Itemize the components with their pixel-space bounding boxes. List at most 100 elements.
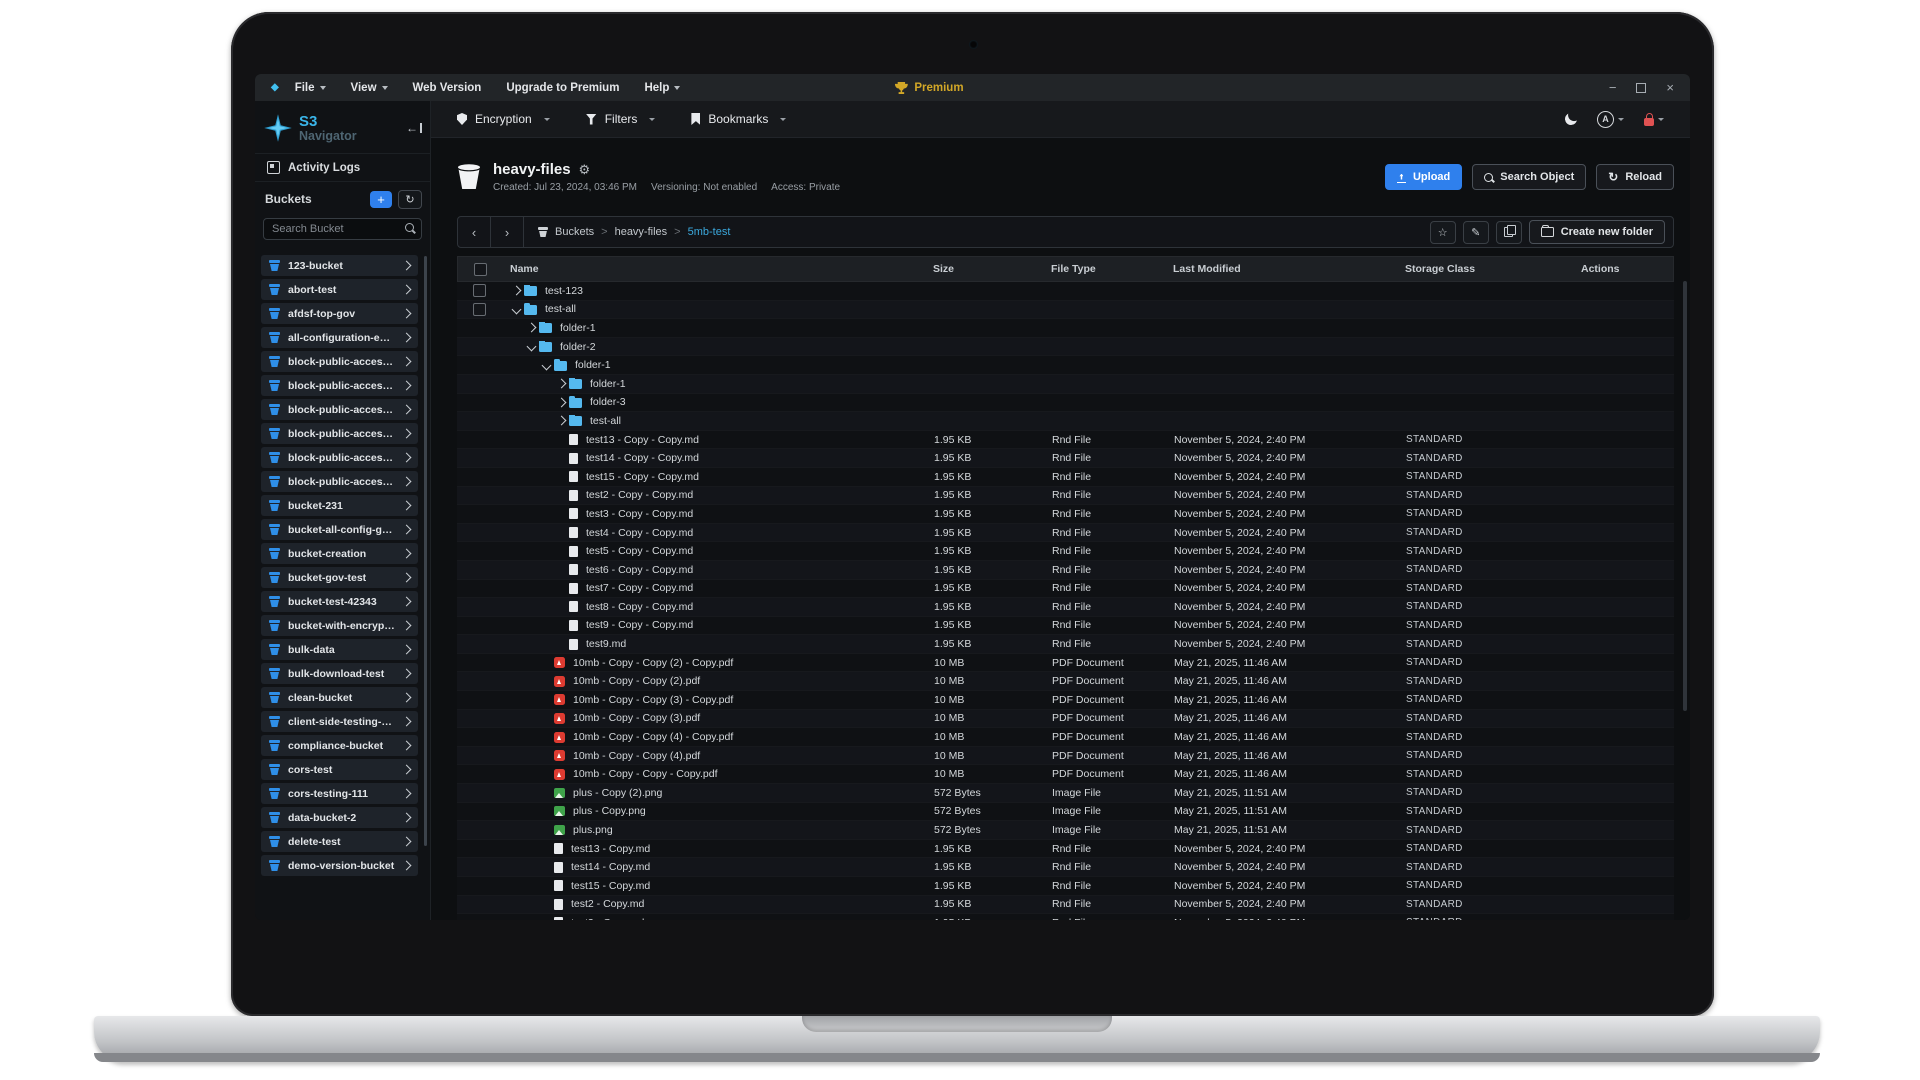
minimize-button[interactable]: −	[1609, 80, 1617, 95]
bucket-list-item[interactable]: bulk-data	[261, 639, 418, 660]
bucket-list-item[interactable]: bucket-gov-test	[261, 567, 418, 588]
bucket-list-item[interactable]: delete-test	[261, 831, 418, 852]
table-row[interactable]: 10mb - Copy - Copy - Copy.pdf10 MBPDF Do…	[457, 765, 1674, 784]
reload-button[interactable]: ↻ Reload	[1596, 164, 1674, 190]
bucket-list-item[interactable]: cors-test	[261, 759, 418, 780]
bucket-list-item[interactable]: abort-test	[261, 279, 418, 300]
maximize-button[interactable]	[1636, 83, 1646, 93]
bucket-list-item[interactable]: block-public-access-b...	[261, 351, 418, 372]
bucket-list-item[interactable]: all-configuration-enabl...	[261, 327, 418, 348]
add-bucket-button[interactable]: +	[370, 191, 392, 208]
row-checkbox[interactable]	[473, 303, 486, 316]
table-row[interactable]: test-all	[457, 412, 1674, 431]
account-menu[interactable]	[1644, 113, 1664, 126]
table-row[interactable]: folder-1	[457, 356, 1674, 375]
bucket-list-item[interactable]: block-public-access-b...	[261, 399, 418, 420]
chevron-right-icon[interactable]	[557, 416, 567, 426]
row-checkbox[interactable]	[473, 284, 486, 297]
chevron-right-icon[interactable]	[527, 323, 537, 333]
table-row[interactable]: test13 - Copy - Copy.md1.95 KBRnd FileNo…	[457, 431, 1674, 450]
bucket-list-item[interactable]: bucket-all-config-gove...	[261, 519, 418, 540]
toolbar-menu-bookmarks[interactable]: Bookmarks	[691, 112, 786, 126]
table-row[interactable]: test3 - Copy.md1.95 KBRnd FileNovember 5…	[457, 914, 1674, 920]
menu-upgrade-to-premium[interactable]: Upgrade to Premium	[506, 82, 619, 94]
breadcrumb-segment[interactable]: heavy-files	[615, 226, 668, 238]
chevron-right-icon[interactable]	[512, 286, 522, 296]
bucket-list-item[interactable]: client-side-testing-sim...	[261, 711, 418, 732]
table-row[interactable]: test14 - Copy.md1.95 KBRnd FileNovember …	[457, 858, 1674, 877]
bucket-list-item[interactable]: 123-bucket	[261, 255, 418, 276]
table-row[interactable]: folder-3	[457, 394, 1674, 413]
bucket-list-item[interactable]: bucket-with-encryption	[261, 615, 418, 636]
table-row[interactable]: 10mb - Copy - Copy (2) - Copy.pdf10 MBPD…	[457, 654, 1674, 673]
table-row[interactable]: 10mb - Copy - Copy (4) - Copy.pdf10 MBPD…	[457, 728, 1674, 747]
menu-web-version[interactable]: Web Version	[413, 82, 482, 94]
forward-button[interactable]: ›	[491, 217, 524, 247]
chevron-down-icon[interactable]	[542, 360, 552, 370]
table-row[interactable]: plus.png572 BytesImage FileMay 21, 2025,…	[457, 821, 1674, 840]
table-row[interactable]: test-123	[457, 282, 1674, 301]
table-row[interactable]: test6 - Copy - Copy.md1.95 KBRnd FileNov…	[457, 561, 1674, 580]
chevron-down-icon[interactable]	[527, 342, 537, 352]
select-all-checkbox[interactable]	[474, 263, 487, 276]
sidebar-item-activity-logs[interactable]: Activity Logs	[255, 153, 430, 182]
breadcrumb-segment[interactable]: 5mb-test	[688, 226, 731, 238]
theme-toggle-moon-icon[interactable]	[1564, 112, 1579, 127]
bucket-list-item[interactable]: afdsf-top-gov	[261, 303, 418, 324]
table-row[interactable]: test7 - Copy - Copy.md1.95 KBRnd FileNov…	[457, 580, 1674, 599]
bucket-list-item[interactable]: bucket-creation	[261, 543, 418, 564]
chevron-right-icon[interactable]	[557, 397, 567, 407]
edit-button[interactable]: ✎	[1463, 221, 1489, 244]
table-row[interactable]: test15 - Copy.md1.95 KBRnd FileNovember …	[457, 877, 1674, 896]
bucket-list-item[interactable]: bulk-download-test	[261, 663, 418, 684]
bucket-list-item[interactable]: compliance-bucket	[261, 735, 418, 756]
bucket-list-item[interactable]: data-bucket-2	[261, 807, 418, 828]
search-object-button[interactable]: Search Object	[1472, 164, 1586, 190]
collapse-sidebar-icon[interactable]: ←	[406, 123, 422, 133]
table-row[interactable]: test2 - Copy - Copy.md1.95 KBRnd FileNov…	[457, 487, 1674, 506]
table-row[interactable]: 10mb - Copy - Copy (4).pdf10 MBPDF Docum…	[457, 747, 1674, 766]
table-row[interactable]: 10mb - Copy - Copy (3) - Copy.pdf10 MBPD…	[457, 691, 1674, 710]
bucket-list-item[interactable]: block-public-access-b...	[261, 447, 418, 468]
table-row[interactable]: test5 - Copy - Copy.md1.95 KBRnd FileNov…	[457, 542, 1674, 561]
bucket-list-item[interactable]: demo-version-bucket	[261, 855, 418, 876]
toolbar-menu-filters[interactable]: Filters	[586, 112, 656, 126]
search-bucket-input[interactable]	[263, 218, 422, 240]
chevron-right-icon[interactable]	[557, 379, 567, 389]
refresh-buckets-button[interactable]: ↻	[398, 190, 422, 209]
gear-icon[interactable]: ⚙	[579, 162, 591, 178]
table-scrollbar[interactable]	[1683, 281, 1687, 711]
table-row[interactable]: test-all	[457, 301, 1674, 320]
language-menu[interactable]: A	[1597, 111, 1624, 128]
bucket-list-item[interactable]: clean-bucket	[261, 687, 418, 708]
bucket-list-item[interactable]: block-public-access-b...	[261, 423, 418, 444]
create-new-folder-button[interactable]: Create new folder	[1529, 220, 1665, 244]
table-row[interactable]: folder-2	[457, 338, 1674, 357]
menu-help[interactable]: Help	[644, 82, 680, 94]
table-row[interactable]: 10mb - Copy - Copy (2).pdf10 MBPDF Docum…	[457, 672, 1674, 691]
toolbar-menu-encryption[interactable]: Encryption	[457, 112, 550, 126]
table-row[interactable]: folder-1	[457, 375, 1674, 394]
bucket-list-item[interactable]: cors-testing-111	[261, 783, 418, 804]
back-button[interactable]: ‹	[458, 217, 491, 247]
table-row[interactable]: test4 - Copy - Copy.md1.95 KBRnd FileNov…	[457, 524, 1674, 543]
close-button[interactable]: ×	[1666, 80, 1674, 95]
table-row[interactable]: plus - Copy (2).png572 BytesImage FileMa…	[457, 784, 1674, 803]
bucket-list-item[interactable]: block-public-access-b...	[261, 471, 418, 492]
menu-view[interactable]: View	[351, 82, 388, 94]
table-row[interactable]: 10mb - Copy - Copy (3).pdf10 MBPDF Docum…	[457, 710, 1674, 729]
copy-path-button[interactable]	[1496, 221, 1522, 244]
bucket-list-item[interactable]: bucket-test-42343	[261, 591, 418, 612]
table-row[interactable]: test2 - Copy.md1.95 KBRnd FileNovember 5…	[457, 896, 1674, 915]
table-row[interactable]: test8 - Copy - Copy.md1.95 KBRnd FileNov…	[457, 598, 1674, 617]
breadcrumb-segment[interactable]: Buckets	[555, 226, 594, 238]
chevron-down-icon[interactable]	[512, 304, 522, 314]
upload-button[interactable]: Upload	[1385, 164, 1462, 190]
bucket-list-item[interactable]: block-public-access-b...	[261, 375, 418, 396]
menu-file[interactable]: File	[295, 82, 326, 94]
table-row[interactable]: test3 - Copy - Copy.md1.95 KBRnd FileNov…	[457, 505, 1674, 524]
table-row[interactable]: test9 - Copy - Copy.md1.95 KBRnd FileNov…	[457, 617, 1674, 636]
table-row[interactable]: test15 - Copy - Copy.md1.95 KBRnd FileNo…	[457, 468, 1674, 487]
table-row[interactable]: test14 - Copy - Copy.md1.95 KBRnd FileNo…	[457, 449, 1674, 468]
table-row[interactable]: test13 - Copy.md1.95 KBRnd FileNovember …	[457, 840, 1674, 859]
